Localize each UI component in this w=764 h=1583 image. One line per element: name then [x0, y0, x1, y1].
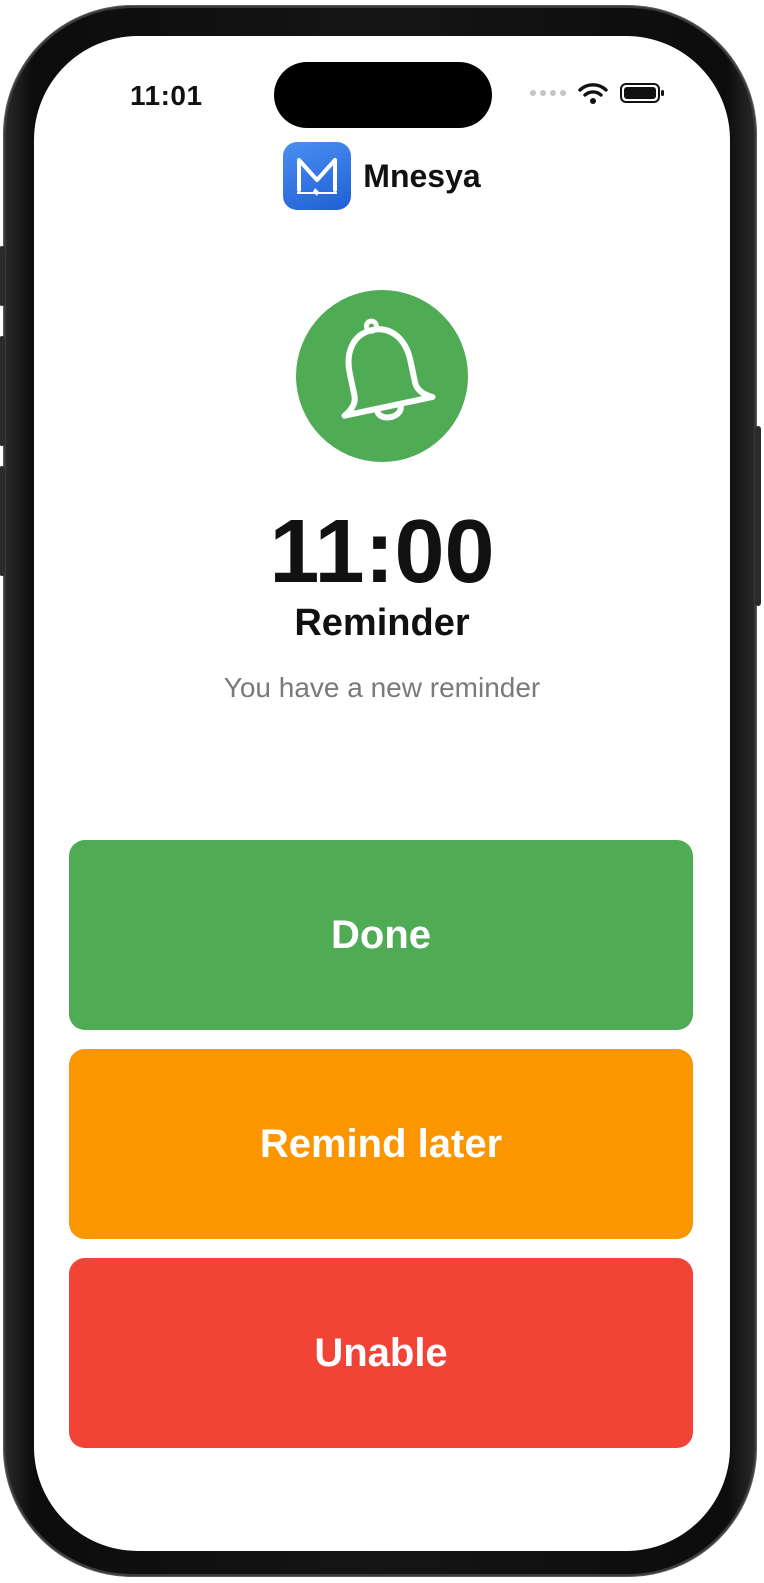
remind-later-button[interactable]: Remind later	[69, 1049, 693, 1239]
reminder-icon-circle	[296, 290, 468, 462]
reminder-title: Reminder	[294, 602, 470, 644]
status-time: 11:01	[130, 80, 203, 111]
phone-frame: 11:01 Mnesya 11:00 Reminder You have a n…	[0, 6, 761, 1576]
volume-up-button	[0, 336, 5, 446]
mnesya-logo-icon	[297, 158, 338, 196]
battery-icon	[620, 83, 664, 103]
app-logo	[283, 142, 352, 210]
status-icons	[530, 82, 666, 104]
wifi-icon	[578, 83, 608, 104]
bell-icon	[341, 318, 436, 421]
reminder-message: You have a new reminder	[223, 672, 541, 703]
screen: 11:01 Mnesya 11:00 Reminder You have a n…	[34, 36, 730, 1551]
volume-down-button	[0, 466, 5, 576]
done-button[interactable]: Done	[69, 840, 693, 1030]
silent-switch	[0, 246, 5, 306]
dynamic-island	[274, 62, 492, 128]
app-name: Mnesya	[363, 157, 481, 194]
power-button	[755, 426, 761, 606]
app-header: Mnesya	[34, 142, 730, 210]
reminder-time: 11:00	[269, 502, 495, 602]
cellular-signal-icon	[530, 90, 566, 96]
unable-button[interactable]: Unable	[69, 1258, 693, 1448]
